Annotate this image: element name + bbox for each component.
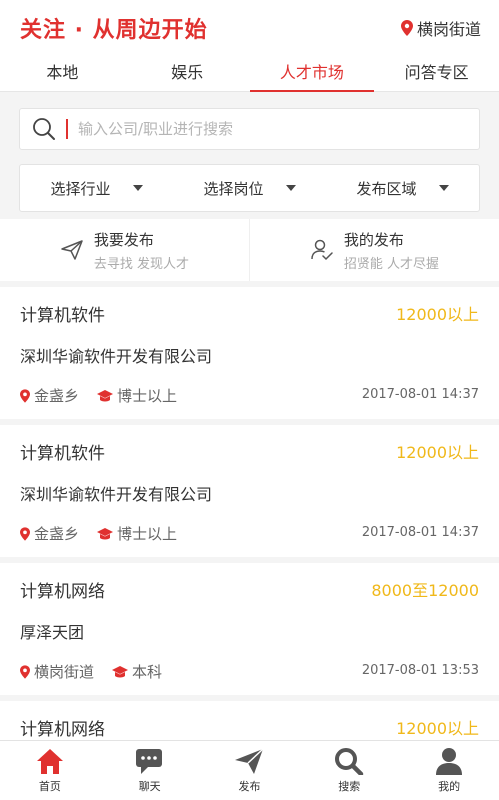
app-header: 关注 · 从周边开始 横岗街道 <box>0 0 499 56</box>
job-company: 厚泽天团 <box>20 623 85 642</box>
filter-region-label: 发布区域 <box>356 179 417 198</box>
search-icon <box>33 118 55 140</box>
publish-new-subtitle: 去寻找 发现人才 <box>93 256 190 272</box>
tabbar-home[interactable]: 首页 <box>0 741 100 800</box>
search-icon <box>335 748 364 775</box>
tabbar-home-label: 首页 <box>38 780 61 793</box>
publish-new-title: 我要发布 <box>93 230 154 249</box>
publish-new-button[interactable]: 我要发布 去寻找 发现人才 <box>0 219 249 281</box>
job-salary: 8000至12000 <box>371 581 479 600</box>
job-meta: 金盏乡 博士以上 <box>20 523 195 544</box>
job-salary: 12000以上 <box>396 719 479 738</box>
job-company: 深圳华谕软件开发有限公司 <box>20 485 213 504</box>
text-cursor <box>66 119 68 139</box>
tab-local[interactable]: 本地 <box>0 56 125 91</box>
job-location: 金盏乡 <box>34 387 80 405</box>
filter-bar: 选择行业 选择岗位 发布区域 <box>19 164 480 212</box>
tab-entertainment[interactable]: 娱乐 <box>125 56 250 91</box>
job-education: 博士以上 <box>117 525 178 543</box>
publish-row: 我要发布 去寻找 发现人才 我的发布 招贤能 人才尽握 <box>0 219 499 281</box>
send-icon <box>235 748 264 774</box>
job-location: 金盏乡 <box>34 525 80 543</box>
dropdown-triangle-icon <box>285 185 296 191</box>
search-input[interactable] <box>78 120 479 138</box>
graduation-cap-icon <box>97 389 114 401</box>
job-time: 2017-08-01 14:37 <box>361 387 479 402</box>
job-location: 横岗街道 <box>34 663 95 681</box>
job-time: 2017-08-01 14:37 <box>361 525 479 540</box>
my-posts-button[interactable]: 我的发布 招贤能 人才尽握 <box>249 219 499 281</box>
job-title: 计算机网络 <box>20 720 105 740</box>
job-title: 计算机网络 <box>20 582 105 602</box>
user-check-icon <box>311 239 333 261</box>
category-tabs: 本地 娱乐 人才市场 问答专区 <box>0 56 499 92</box>
job-education: 本科 <box>132 663 163 681</box>
tab-talent-market[interactable]: 人才市场 <box>249 56 375 92</box>
filter-region[interactable]: 发布区域 <box>326 178 479 199</box>
my-posts-title: 我的发布 <box>343 230 404 249</box>
location-label: 横岗街道 <box>416 20 481 39</box>
location-selector[interactable]: 横岗街道 <box>400 16 481 40</box>
job-education: 博士以上 <box>117 387 178 405</box>
job-time: 2017-08-01 13:53 <box>361 663 479 678</box>
my-posts-subtitle: 招贤能 人才尽握 <box>343 256 440 272</box>
tabbar-chat-label: 聊天 <box>138 780 161 793</box>
job-title: 计算机软件 <box>20 444 105 464</box>
home-icon <box>36 749 63 774</box>
job-meta: 横岗街道 本科 <box>20 661 180 682</box>
tab-qa[interactable]: 问答专区 <box>374 56 499 91</box>
job-salary: 12000以上 <box>396 443 479 462</box>
send-icon <box>61 240 83 260</box>
graduation-cap-icon <box>97 527 114 539</box>
filter-industry[interactable]: 选择行业 <box>20 178 173 199</box>
job-salary: 12000以上 <box>396 305 479 324</box>
location-pin-icon <box>20 664 30 679</box>
filter-position[interactable]: 选择岗位 <box>173 178 326 199</box>
location-pin-icon <box>20 388 30 403</box>
dropdown-triangle-icon <box>438 185 449 191</box>
tabbar-publish[interactable]: 发布 <box>200 741 300 800</box>
tabbar-search[interactable]: 搜索 <box>299 741 399 800</box>
tabbar-chat[interactable]: 聊天 <box>100 741 200 800</box>
graduation-cap-icon <box>112 665 129 677</box>
search-box[interactable] <box>19 108 480 150</box>
bottom-tab-bar: 首页 聊天 发布 搜索 我的 <box>0 740 499 800</box>
tabbar-profile-label: 我的 <box>438 780 461 793</box>
location-pin-icon <box>20 526 30 541</box>
location-pin-icon <box>400 20 413 36</box>
job-list: 计算机软件 12000以上 深圳华谕软件开发有限公司 金盏乡 博士以上 2017… <box>0 281 499 800</box>
dropdown-triangle-icon <box>132 185 143 191</box>
profile-icon <box>436 748 463 775</box>
tabbar-profile[interactable]: 我的 <box>399 741 499 800</box>
job-company: 深圳华谕软件开发有限公司 <box>20 347 213 366</box>
filter-position-label: 选择岗位 <box>203 179 264 198</box>
job-meta: 金盏乡 博士以上 <box>20 385 195 406</box>
filter-industry-label: 选择行业 <box>50 179 111 198</box>
tabbar-search-label: 搜索 <box>338 780 361 793</box>
job-card[interactable]: 计算机软件 12000以上 深圳华谕软件开发有限公司 金盏乡 博士以上 2017… <box>0 419 499 557</box>
chat-icon <box>135 749 162 774</box>
brand-slogan: 关注 · 从周边开始 <box>20 18 208 43</box>
job-card[interactable]: 计算机软件 12000以上 深圳华谕软件开发有限公司 金盏乡 博士以上 2017… <box>0 281 499 419</box>
job-card[interactable]: 计算机网络 8000至12000 厚泽天团 横岗街道 本科 2017-08-01… <box>0 557 499 695</box>
tabbar-publish-label: 发布 <box>238 780 261 793</box>
job-title: 计算机软件 <box>20 306 105 326</box>
